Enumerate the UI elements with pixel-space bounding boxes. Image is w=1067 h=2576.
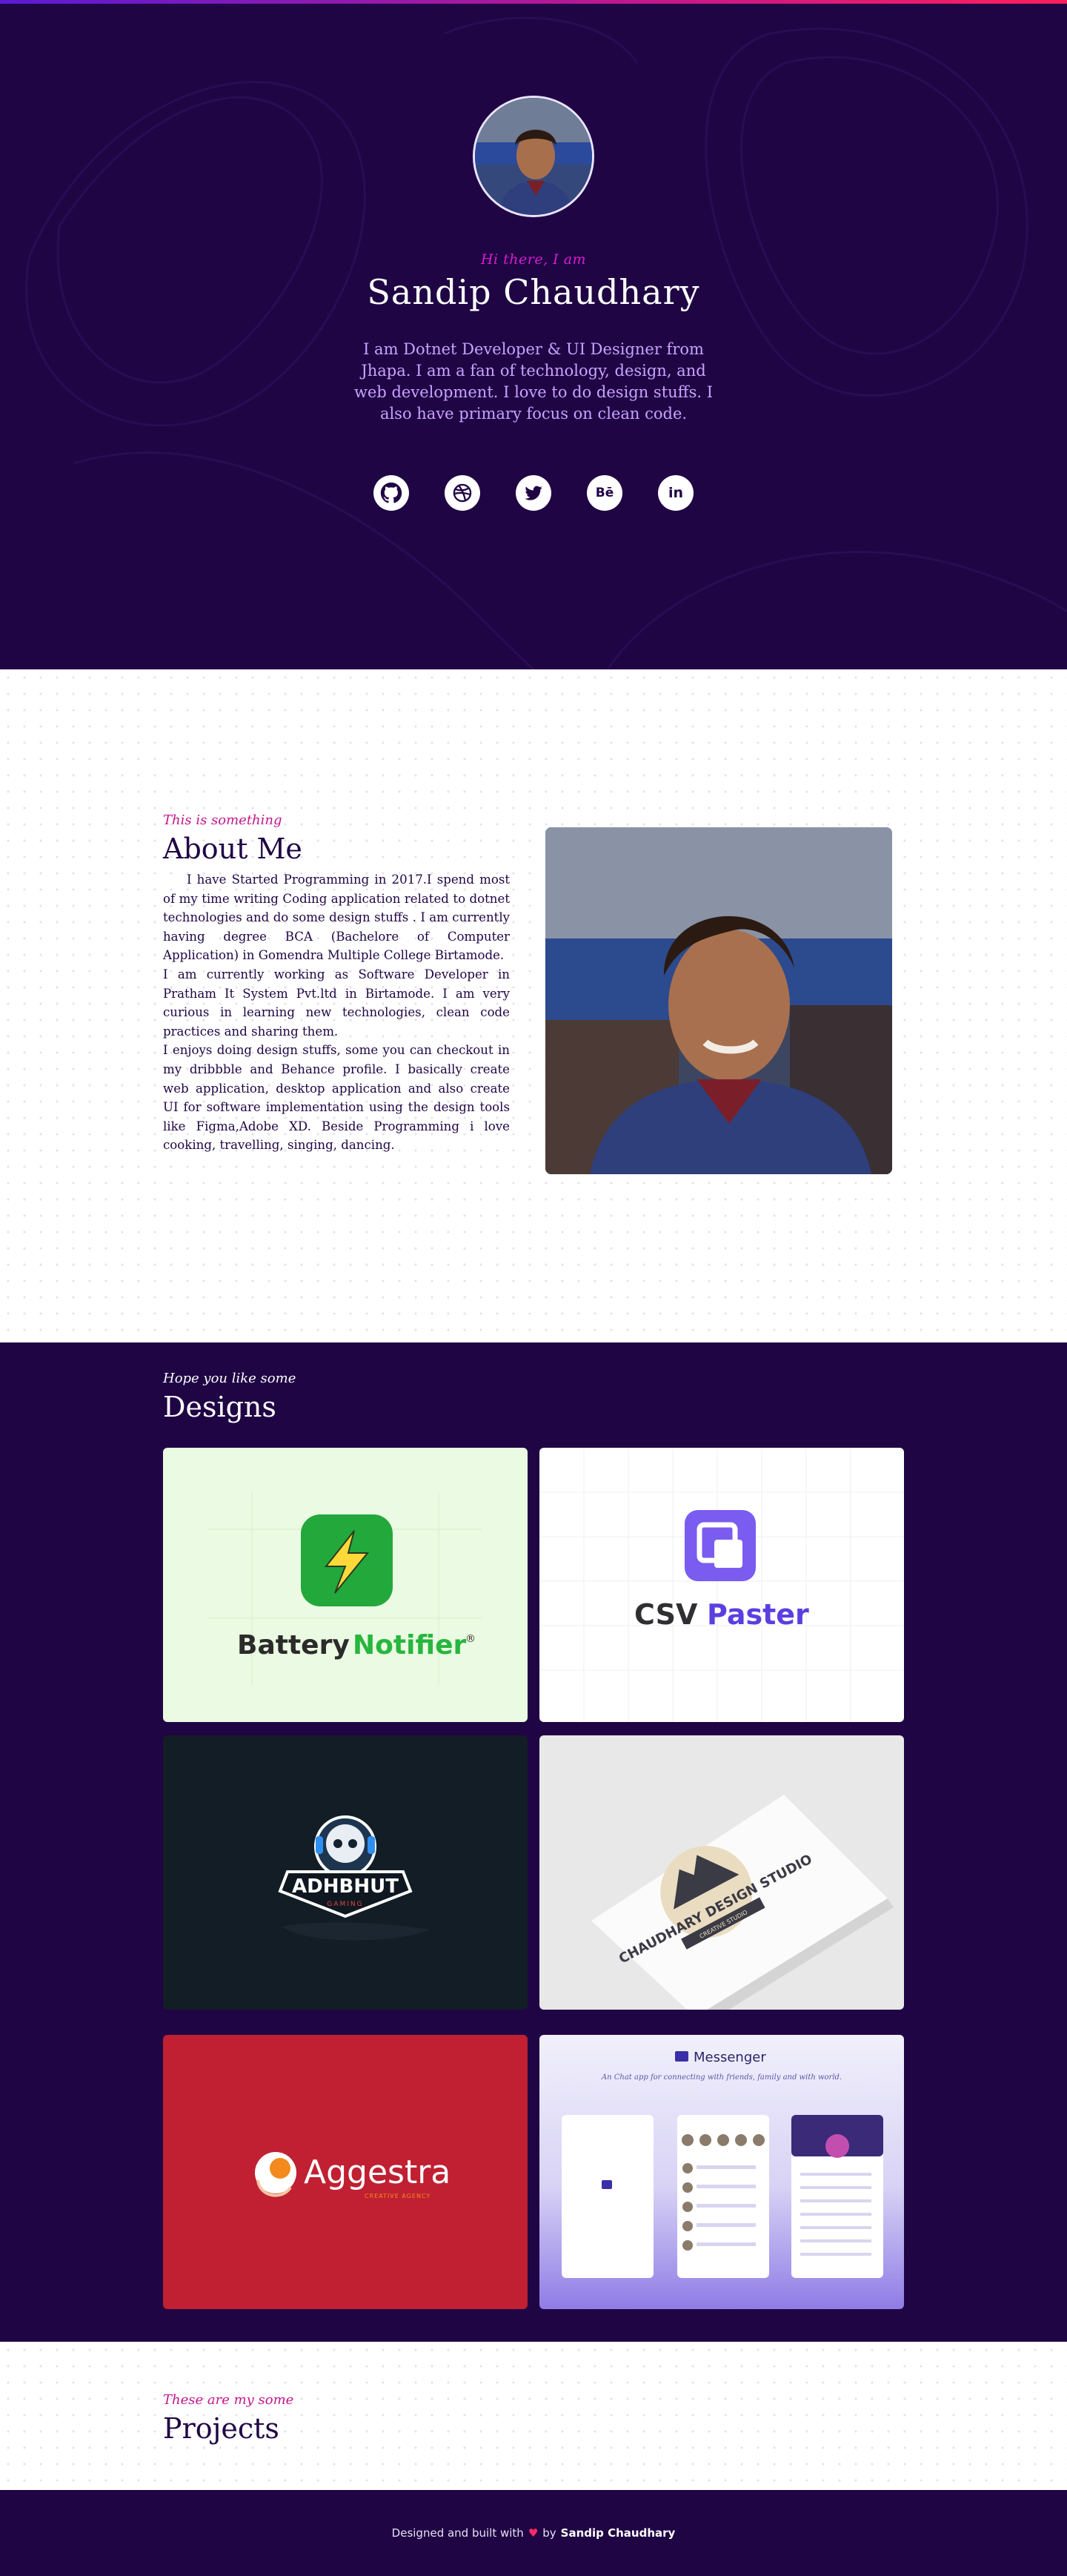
about-eyebrow: This is something — [163, 812, 282, 828]
about-paragraph: I enjoys doing design stuffs, some you c… — [163, 1043, 510, 1153]
behance-icon: Bē — [595, 486, 614, 500]
about-paragraph: I am currently working as Software Devel… — [163, 967, 510, 1039]
avatar — [473, 96, 594, 217]
twitter-link[interactable] — [516, 475, 551, 511]
projects-eyebrow: These are my some — [163, 2392, 294, 2408]
about-photo — [545, 827, 892, 1174]
hero-greeting: Hi there, I am — [480, 251, 587, 268]
design-card-csv-paster[interactable]: CSV Paster — [539, 1448, 904, 1722]
projects-title: Projects — [163, 2412, 279, 2445]
github-link[interactable] — [373, 475, 409, 511]
csv-paster-artwork: CSV Paster — [539, 1448, 904, 1722]
footer-prefix: Designed and built with — [391, 2526, 524, 2540]
footer-author[interactable]: Sandip Chaudhary — [561, 2526, 676, 2540]
notifier-word: Notifier — [353, 1630, 467, 1661]
designs-eyebrow: Hope you like some — [163, 1371, 296, 1386]
design-card-adhbhut[interactable]: ADHBHUT GAMING — [163, 1735, 528, 2010]
projects-section: These are my some Projects — [0, 2342, 1067, 2490]
portrait-image — [545, 827, 892, 1174]
hero-section: Hi there, I am Sandip Chaudhary I am Dot… — [0, 4, 1067, 669]
hero-description: I am Dotnet Developer & UI Designer from… — [353, 340, 714, 423]
linkedin-icon: in — [668, 485, 684, 501]
csv-word: CSV — [634, 1598, 698, 1631]
linkedin-link[interactable]: in — [658, 475, 694, 511]
messenger-tagline: An Chat app for connecting with friends,… — [601, 2073, 842, 2082]
about-section: This is something About Me I have Starte… — [0, 669, 1067, 1342]
footer: Designed and built with ♥ by Sandip Chau… — [0, 2490, 1067, 2576]
adhbhut-subtitle: GAMING — [327, 1901, 363, 1908]
about-text: I have Started Programming in 2017.I spe… — [163, 870, 510, 1155]
paster-word: Paster — [707, 1598, 809, 1631]
behance-link[interactable]: Bē — [587, 475, 622, 511]
avatar-portrait — [475, 98, 592, 215]
chaudhary-studio-mockup: CHAUDHARY DESIGN STUDIO CREATIVE STUDIO — [591, 1795, 894, 2010]
design-card-battery-notifier[interactable]: Battery Notifier ® — [163, 1448, 528, 1722]
heart-icon: ♥ — [528, 2526, 539, 2540]
design-card-aggestra[interactable]: Aggestra CREATIVE AGENCY — [163, 2035, 528, 2309]
messenger-mockup: Messenger An Chat app for connecting wit… — [562, 2050, 883, 2278]
registered-mark: ® — [465, 1633, 476, 1645]
dribbble-link[interactable] — [445, 475, 480, 511]
footer-by: by — [542, 2526, 556, 2540]
designs-title: Designs — [163, 1391, 276, 1423]
battery-word: Battery — [237, 1630, 350, 1661]
dribbble-icon — [453, 483, 472, 503]
design-card-messenger[interactable]: Messenger An Chat app for connecting wit… — [539, 2035, 904, 2309]
aggestra-tagline: CREATIVE AGENCY — [365, 2193, 431, 2199]
aggestra-word: Aggestra — [304, 2153, 451, 2191]
adhbhut-word: ADHBHUT — [292, 1875, 399, 1898]
social-links: Bē in — [0, 475, 1067, 511]
hero-name: Sandip Chaudhary — [367, 272, 700, 312]
twitter-icon — [525, 486, 542, 500]
designs-section: Hope you like some Designs Battery Notif… — [0, 1342, 1067, 2342]
aggestra-logo: Aggestra CREATIVE AGENCY — [255, 2152, 451, 2199]
github-icon — [380, 482, 402, 503]
messenger-title: Messenger — [694, 2050, 766, 2065]
about-paragraph: I have Started Programming in 2017.I spe… — [163, 873, 510, 963]
design-card-chaudhary-design-studio[interactable]: CHAUDHARY DESIGN STUDIO CREATIVE STUDIO — [539, 1735, 904, 2010]
battery-notifier-artwork: Battery Notifier ® — [207, 1492, 482, 1685]
adhbhut-gaming-logo: ADHBHUT GAMING — [278, 1815, 430, 1941]
